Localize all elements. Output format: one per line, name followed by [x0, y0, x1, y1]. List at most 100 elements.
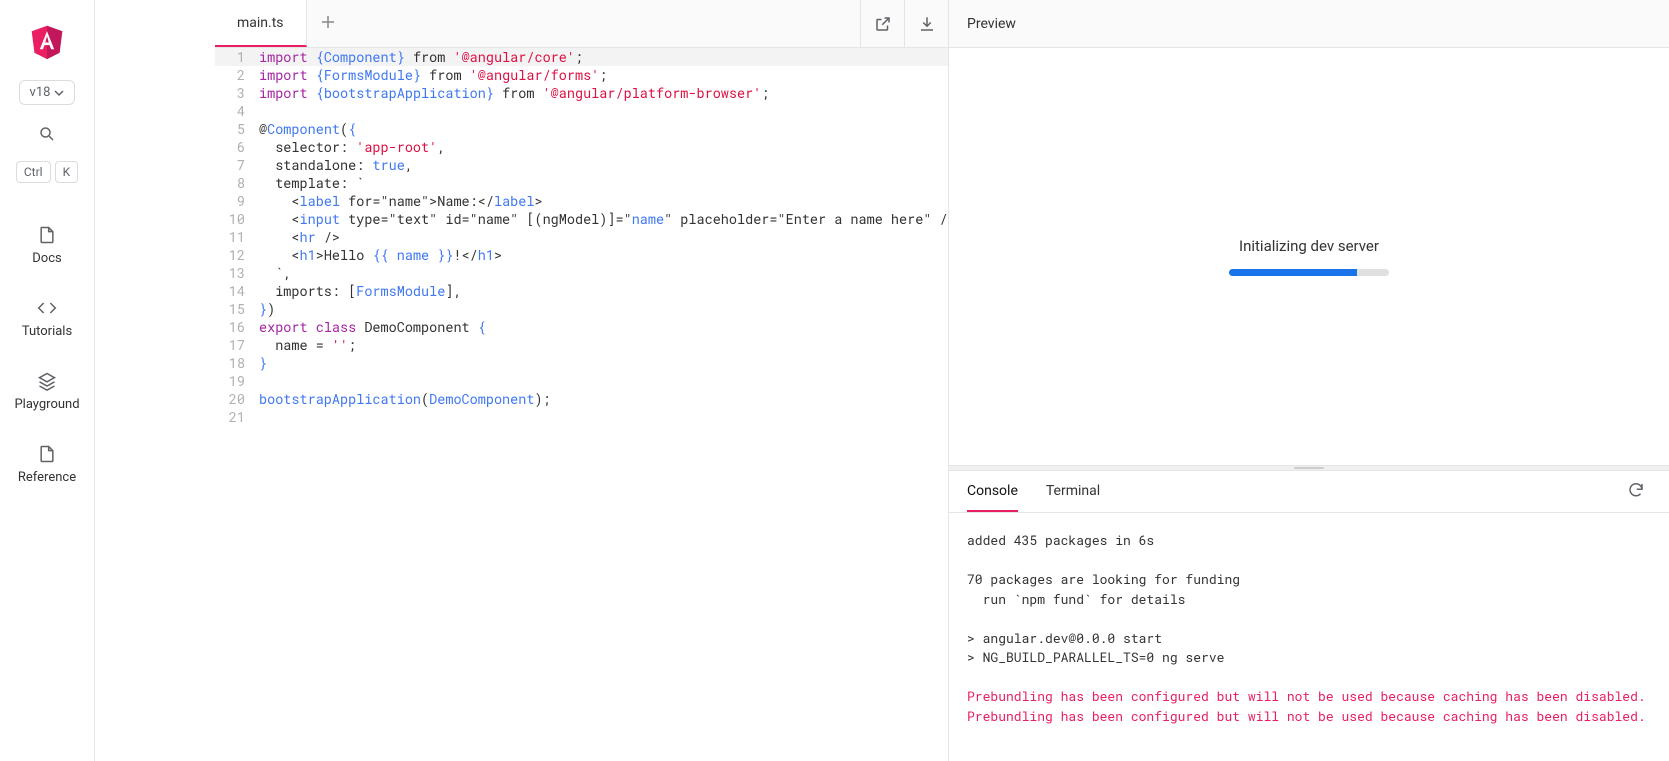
console-line: Prebundling has been configured but will…	[967, 687, 1651, 707]
editor-tab-main[interactable]: main.ts	[215, 0, 307, 47]
search-icon	[38, 125, 56, 143]
line-number: 6	[215, 138, 255, 156]
nav-item-label: Reference	[18, 470, 76, 485]
line-number: 3	[215, 84, 255, 102]
console-line: added 435 packages in 6s	[967, 531, 1651, 551]
code-line: 4	[215, 102, 948, 120]
code-content: import {Component} from '@angular/core';	[255, 48, 583, 66]
search-button[interactable]	[38, 125, 56, 147]
console-refresh-button[interactable]	[1621, 475, 1651, 509]
preview-body: Initializing dev server	[949, 48, 1669, 465]
console-panel: Console Terminal added 435 packages in 6s…	[949, 471, 1669, 761]
console-line: 70 packages are looking for funding	[967, 570, 1651, 590]
console-tab-terminal[interactable]: Terminal	[1046, 471, 1100, 512]
line-number: 8	[215, 174, 255, 192]
line-number: 19	[215, 372, 255, 390]
code-line: 9 <label for="name">Name:</label>	[215, 192, 948, 210]
code-content	[255, 102, 259, 120]
line-number: 10	[215, 210, 255, 228]
console-line	[967, 551, 1651, 571]
code-content: template: `	[255, 174, 364, 192]
chevron-down-icon	[54, 88, 64, 98]
console-line: > NG_BUILD_PARALLEL_TS=0 ng serve	[967, 648, 1651, 668]
line-number: 20	[215, 390, 255, 408]
code-line: 6 selector: 'app-root',	[215, 138, 948, 156]
external-link-icon	[874, 15, 892, 33]
download-button[interactable]	[904, 0, 948, 47]
editor-tab-label: main.ts	[237, 15, 284, 31]
code-line: 10 <input type="text" id="name" [(ngMode…	[215, 210, 948, 228]
code-line: 12 <h1>Hello {{ name }}!</h1>	[215, 246, 948, 264]
code-content: `,	[255, 264, 291, 282]
kbd-k: K	[55, 161, 79, 183]
line-number: 2	[215, 66, 255, 84]
code-content: @Component({	[255, 120, 356, 138]
line-number: 7	[215, 156, 255, 174]
code-line: 19	[215, 372, 948, 390]
version-label: v18	[30, 85, 51, 100]
code-line: 20bootstrapApplication(DemoComponent);	[215, 390, 948, 408]
code-content: imports: [FormsModule],	[255, 282, 462, 300]
code-content: import {bootstrapApplication} from '@ang…	[255, 84, 769, 102]
line-number: 13	[215, 264, 255, 282]
code-content: selector: 'app-root',	[255, 138, 445, 156]
line-number: 9	[215, 192, 255, 210]
add-tab-button[interactable]	[307, 15, 349, 33]
nav-item-docs[interactable]: Docs	[0, 211, 94, 280]
code-content: import {FormsModule} from '@angular/form…	[255, 66, 607, 84]
progress-bar-fill	[1229, 269, 1357, 276]
nav-item-tutorials[interactable]: Tutorials	[0, 284, 94, 353]
code-line: 5@Component({	[215, 120, 948, 138]
nav-item-playground[interactable]: Playground	[0, 357, 94, 426]
code-line: 21	[215, 408, 948, 426]
nav-item-label: Playground	[14, 397, 79, 412]
code-line: 7 standalone: true,	[215, 156, 948, 174]
code-content: }	[255, 354, 267, 372]
code-line: 17 name = '';	[215, 336, 948, 354]
line-number: 17	[215, 336, 255, 354]
kbd-ctrl: Ctrl	[16, 161, 51, 183]
preview-header: Preview	[949, 0, 1669, 48]
code-editor[interactable]: 1import {Component} from '@angular/core'…	[215, 48, 948, 761]
code-line: 3import {bootstrapApplication} from '@an…	[215, 84, 948, 102]
console-line	[967, 609, 1651, 629]
download-icon	[918, 15, 936, 33]
code-content: <hr />	[255, 228, 340, 246]
line-number: 4	[215, 102, 255, 120]
refresh-icon	[1627, 481, 1645, 499]
line-number: 1	[215, 48, 255, 66]
open-external-button[interactable]	[860, 0, 904, 47]
nav-item-label: Tutorials	[22, 324, 72, 339]
line-number: 16	[215, 318, 255, 336]
line-number: 15	[215, 300, 255, 318]
console-line: Prebundling has been configured but will…	[967, 707, 1651, 727]
line-number: 14	[215, 282, 255, 300]
version-selector[interactable]: v18	[19, 80, 76, 105]
console-tab-console[interactable]: Console	[967, 471, 1018, 512]
code-content: })	[255, 300, 275, 318]
line-number: 18	[215, 354, 255, 372]
preview-column: Preview Initializing dev server Console T…	[949, 0, 1669, 761]
line-number: 11	[215, 228, 255, 246]
code-content: bootstrapApplication(DemoComponent);	[255, 390, 551, 408]
code-line: 1import {Component} from '@angular/core'…	[215, 48, 948, 66]
editor-tabs: main.ts	[215, 0, 948, 48]
code-line: 8 template: `	[215, 174, 948, 192]
plus-icon	[321, 15, 335, 29]
preview-status-text: Initializing dev server	[1239, 237, 1379, 255]
code-line: 11 <hr />	[215, 228, 948, 246]
line-number: 12	[215, 246, 255, 264]
code-line: 16export class DemoComponent {	[215, 318, 948, 336]
code-content: <label for="name">Name:</label>	[255, 192, 543, 210]
progress-bar	[1229, 269, 1389, 276]
code-line: 15})	[215, 300, 948, 318]
console-line: > angular.dev@0.0.0 start	[967, 629, 1651, 649]
nav-item-reference[interactable]: Reference	[0, 430, 94, 499]
code-content: <input type="text" id="name" [(ngModel)]…	[255, 210, 948, 228]
console-output[interactable]: added 435 packages in 6s 70 packages are…	[949, 513, 1669, 761]
preview-title: Preview	[967, 16, 1016, 32]
code-line: 2import {FormsModule} from '@angular/for…	[215, 66, 948, 84]
editor-column: main.ts 1import {Component} from '@angul…	[215, 0, 949, 761]
code-content: name = '';	[255, 336, 356, 354]
angular-logo	[29, 24, 65, 60]
